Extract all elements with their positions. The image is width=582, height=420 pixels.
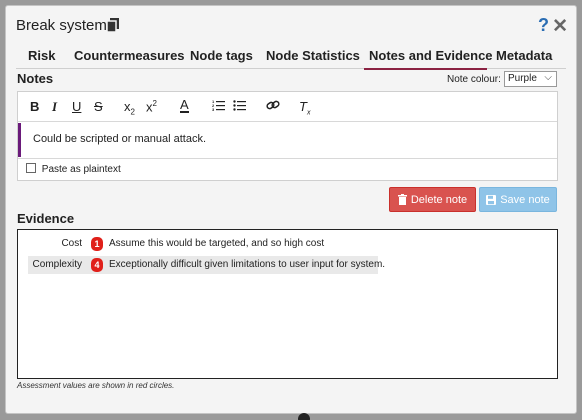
evidence-list: Cost 1 Assume this would be targeted, an… [17,229,558,379]
paste-plaintext-checkbox[interactable] [26,163,36,173]
editor-toolbar: B I U S x2 x2 A 123 Tx [18,92,557,122]
tab-notes-and-evidence[interactable]: Notes and Evidence [369,48,493,63]
note-colour-select[interactable]: Purple ⌵ [504,71,557,87]
bold-icon[interactable]: B [30,99,39,114]
notes-editor: B I U S x2 x2 A 123 Tx Could be scripted… [17,91,558,181]
evidence-label: Complexity [32,259,82,270]
notes-evidence-panel: Notes Note colour: Purple ⌵ B I U S x2 x… [17,67,558,379]
help-icon[interactable]: ? [538,15,549,36]
link-icon[interactable] [266,99,280,111]
evidence-text: Assume this would be targeted, and so hi… [109,238,325,249]
svg-text:3: 3 [212,107,215,111]
underline-icon[interactable]: U [72,99,81,114]
note-text[interactable]: Could be scripted or manual attack. [18,123,557,157]
evidence-heading: Evidence [17,211,75,226]
bullet-list-icon[interactable] [233,99,246,111]
save-note-button[interactable]: Save note [479,187,557,212]
ordered-list-icon[interactable]: 123 [212,99,225,111]
tab-metadata[interactable]: Metadata [496,48,552,63]
floppy-disk-icon [486,190,497,215]
evidence-text: Exceptionally difficult given limitation… [109,259,386,270]
note-colour-label: Note colour: [447,74,501,85]
resize-handle[interactable] [298,413,310,420]
copy-icon[interactable] [106,18,121,34]
paste-plaintext-row: Paste as plaintext [18,158,557,180]
score-badge: 1 [91,237,103,251]
trash-icon [397,190,407,215]
score-badge: 4 [91,258,103,272]
subscript-icon[interactable]: x2 [124,99,135,117]
notes-heading: Notes [17,71,54,86]
tab-node-statistics[interactable]: Node Statistics [266,48,360,63]
note-colour-value: Purple [508,73,537,84]
evidence-row-cost[interactable]: Cost 1 Assume this would be targeted, an… [28,235,353,253]
clear-format-icon[interactable]: Tx [299,99,310,117]
chevron-down-icon: ⌵ [544,72,552,83]
close-icon[interactable]: ✕ [552,15,568,38]
assessment-footnote: Assessment values are shown in red circl… [17,381,175,390]
title-bar: Break system ? ✕ [6,6,576,44]
strikethrough-icon[interactable]: S [94,99,103,114]
delete-note-label: Delete note [410,194,468,206]
text-color-icon[interactable]: A [180,98,189,113]
italic-icon[interactable]: I [52,99,57,115]
save-note-label: Save note [500,194,550,206]
paste-plaintext-label: Paste as plaintext [41,164,121,175]
evidence-row-complexity[interactable]: Complexity 4 Exceptionally difficult giv… [28,256,385,274]
evidence-label: Cost [61,238,82,249]
delete-note-button[interactable]: Delete note [389,187,476,212]
tab-risk[interactable]: Risk [28,48,55,63]
tab-node-tags[interactable]: Node tags [190,48,253,63]
tab-countermeasures[interactable]: Countermeasures [74,48,185,63]
dialog-title: Break system [16,17,107,34]
superscript-icon[interactable]: x2 [146,99,157,114]
tab-bar: Risk Countermeasures Node tags Node Stat… [16,44,566,70]
